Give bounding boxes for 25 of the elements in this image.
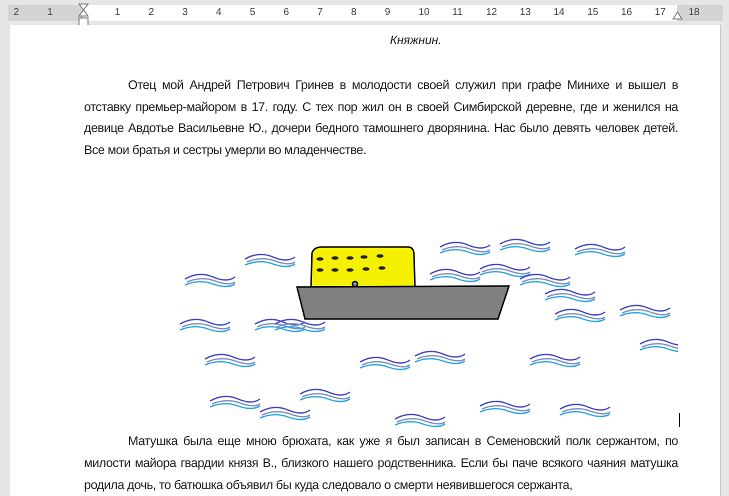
ruler-number: 17	[654, 6, 666, 20]
ruler-number: 16	[621, 6, 632, 20]
ruler-number: 5	[250, 6, 256, 20]
ruler-number: 1	[47, 6, 53, 20]
ruler-number: 2	[14, 6, 20, 20]
ruler-number: 15	[587, 6, 598, 20]
ruler-number: 3	[182, 6, 188, 20]
ruler-number: 8	[351, 6, 357, 20]
ruler-number: 10	[418, 6, 430, 20]
paragraph: Отец мой Андрей Петрович Гринев в молодости своей служил при графе Минихе и вышел в отставку премьер-майором в 17. году. С тех пор жил он в своей Симбирской деревне, где и женился на девице Авдотье Васильевне Ю., дочери бедного тамошнего дворянина. Нас было девять человек детей. Все мои братья и сестры умерли во младенчестве.	[84, 77, 678, 159]
ruler-number: 1	[114, 6, 120, 20]
ruler-number: 4	[216, 6, 222, 20]
ruler-number: 6	[284, 6, 290, 20]
ruler-number: 12	[486, 6, 498, 20]
ruler-number: 18	[688, 6, 700, 20]
text-cursor	[679, 413, 680, 428]
ruler-number: 14	[554, 6, 565, 20]
ruler-number: 7	[317, 6, 323, 20]
right-indent-marker-icon[interactable]	[672, 10, 683, 20]
ruler-number: 11	[452, 6, 463, 20]
epigraph-author: Княжнин.	[390, 32, 443, 49]
ruler-number: 2	[148, 6, 154, 20]
ruler-number: 9	[384, 6, 390, 20]
ruler-number: 13	[520, 6, 531, 20]
paragraph: Матушка была еще мною брюхата, как уже я был записан в Семеновский полк сержантом, по милости майора гвардии князя В., близкого нашего родственника. Если бы паче всякого чаяния матушка родила дочь, то батюшка объявил бы куда следовало о смерти неявившегося сержанта,	[84, 433, 678, 494]
